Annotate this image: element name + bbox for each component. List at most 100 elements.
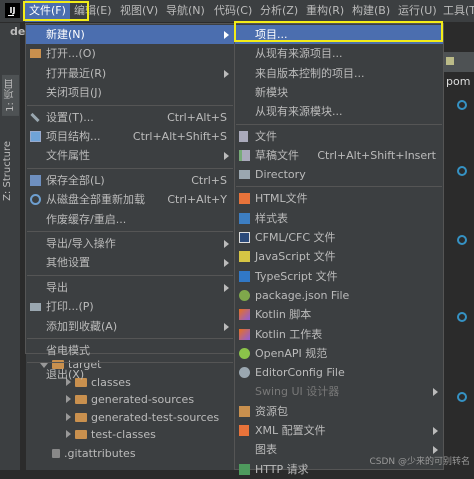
new_submenu-item-22[interactable]: XML 配置文件 [235, 421, 443, 440]
new_submenu-item-11[interactable]: 样式表 [235, 209, 443, 228]
new_submenu-item-6[interactable]: 文件 [235, 127, 443, 146]
submenu-arrow-icon [224, 283, 229, 292]
new_submenu-item-20: Swing UI 设计器 [235, 382, 443, 401]
file_menu-item-18[interactable]: 添加到收藏(A) [26, 317, 234, 336]
structure-tool-tab[interactable]: Z: Structure [2, 141, 13, 201]
tree-node-label: generated-sources [91, 393, 195, 406]
gutter-marker-icon[interactable] [457, 235, 467, 245]
file-icon [52, 449, 60, 458]
kotlin-worksheet-icon [239, 328, 250, 340]
menu-item-label: 项目... [255, 28, 288, 41]
menu-item-shortcut: Ctrl+Alt+S [167, 110, 227, 124]
new_submenu-item-1[interactable]: 从现有来源项目... [235, 44, 443, 63]
menubar-item-2[interactable]: 视图(V) [120, 0, 158, 22]
new_submenu-item-12[interactable]: CFML/CFC 文件 [235, 228, 443, 247]
menu-item-label: 保存全部(L) [46, 173, 105, 187]
file_menu-item-0[interactable]: 新建(N) [26, 25, 234, 44]
new_submenu-item-16[interactable]: Kotlin 脚本 [235, 305, 443, 324]
tree-node[interactable]: generated-sources [66, 391, 194, 409]
menu-separator [27, 362, 233, 364]
file_menu-item-5[interactable]: 设置(T)... Ctrl+Alt+S [26, 108, 234, 127]
new_submenu-item-8[interactable]: Directory [235, 165, 443, 184]
file_menu-item-16[interactable]: 导出 [26, 278, 234, 297]
javascript-icon [239, 251, 250, 263]
new_submenu-item-7[interactable]: 草稿文件 Ctrl+Alt+Shift+Insert [235, 146, 443, 165]
menubar-item-6[interactable]: 重构(R) [306, 0, 344, 22]
file_menu-item-1[interactable]: 打开...(O) [26, 44, 234, 63]
file_menu-item-13[interactable]: 导出/导入操作 [26, 234, 234, 253]
menu-item-shortcut: Ctrl+Alt+Y [167, 193, 227, 207]
menu-item-label: 添加到收藏(A) [46, 319, 118, 333]
file_menu-item-10[interactable]: 从磁盘全部重新加载 Ctrl+Alt+Y [26, 190, 234, 209]
save-all-icon [30, 174, 41, 186]
file_menu-item-6[interactable]: 项目结构... Ctrl+Alt+Shift+S [26, 127, 234, 146]
project-name-stub: de [10, 25, 26, 38]
menu-item-label: HTML文件 [255, 192, 308, 206]
menu-item-label: 资源包 [255, 404, 288, 418]
menu-item-label: 文件属性 [46, 149, 90, 163]
new_submenu-item-4[interactable]: 从现有来源模块... [235, 102, 443, 121]
tree-node-label: generated-test-sources [91, 411, 220, 424]
kotlin-script-icon [239, 309, 250, 321]
new_submenu-item-14[interactable]: TypeScript 文件 [235, 267, 443, 286]
menu-item-label: 其他设置 [46, 256, 90, 270]
file_menu-item-17[interactable]: 打印...(P) [26, 297, 234, 316]
new_submenu-item-0[interactable]: 项目... [235, 25, 443, 44]
menu-item-label: OpenAPI 规范 [255, 346, 328, 360]
file_menu-item-20[interactable]: 省电模式 [26, 341, 234, 360]
file_menu-item-3[interactable]: 关闭项目(J) [26, 83, 234, 102]
menu-item-label: 新模块 [255, 85, 288, 99]
menubar-item-5[interactable]: 分析(Z) [260, 0, 298, 22]
file_menu-item-9[interactable]: 保存全部(L) Ctrl+S [26, 171, 234, 190]
menu-item-label: 打开...(O) [46, 47, 96, 61]
file_menu-item-7[interactable]: 文件属性 [26, 146, 234, 165]
submenu-arrow-icon [224, 240, 229, 248]
editor-tab-pom[interactable]: pom [444, 52, 474, 88]
openapi-icon [239, 347, 250, 359]
project-tool-tab[interactable]: 1: 项目 [2, 75, 19, 116]
html-file-icon [239, 193, 250, 205]
print-icon [30, 303, 41, 312]
new_submenu-item-13[interactable]: JavaScript 文件 [235, 247, 443, 266]
menu-separator [27, 231, 233, 232]
left-tool-strip: 1: 项目 Z: Structure [0, 23, 21, 470]
file_menu-item-22[interactable]: 退出(X) [26, 365, 234, 384]
new_submenu-item-19[interactable]: EditorConfig File [235, 363, 443, 382]
menubar-item-4[interactable]: 代码(C) [214, 0, 252, 22]
menu-item-label: 关闭项目(J) [46, 86, 102, 100]
file_menu-item-2[interactable]: 打开最近(R) [26, 64, 234, 83]
package-json-icon [239, 289, 250, 301]
menu-item-label: 项目结构... [46, 130, 101, 143]
new_submenu-item-17[interactable]: Kotlin 工作表 [235, 325, 443, 344]
new_submenu-item-2[interactable]: 来自版本控制的项目... [235, 64, 443, 83]
submenu-arrow-icon [224, 69, 229, 78]
file_menu-item-14[interactable]: 其他设置 [26, 253, 234, 272]
menu-item-shortcut: Ctrl+Alt+Shift+S [132, 130, 227, 143]
chevron-right-icon[interactable] [66, 413, 71, 421]
menubar-item-0[interactable]: 文件(F) [25, 0, 70, 22]
new_submenu-item-3[interactable]: 新模块 [235, 83, 443, 102]
gutter-marker-icon[interactable] [457, 392, 467, 402]
tree-node[interactable]: .gitattributes [52, 445, 136, 463]
new_submenu-item-21[interactable]: 资源包 [235, 402, 443, 421]
menu-item-label: 省电模式 [46, 344, 90, 357]
gutter-marker-icon[interactable] [457, 166, 467, 176]
menubar-item-3[interactable]: 导航(N) [166, 0, 205, 22]
menu-item-label: 退出(X) [46, 368, 85, 382]
folder-icon [75, 395, 87, 404]
chevron-right-icon[interactable] [66, 430, 71, 438]
new_submenu-item-15[interactable]: package.json File [235, 286, 443, 305]
new_submenu-item-10[interactable]: HTML文件 [235, 189, 443, 208]
menubar-item-8[interactable]: 运行(U) [398, 0, 437, 22]
file_menu-item-11[interactable]: 作废缓存/重启... [26, 210, 234, 229]
menubar-item-9[interactable]: 工具(T) [443, 0, 474, 22]
chevron-right-icon[interactable] [66, 395, 71, 403]
menubar-item-1[interactable]: 编辑(E) [74, 0, 112, 22]
new_submenu-item-18[interactable]: OpenAPI 规范 [235, 344, 443, 363]
menubar-item-7[interactable]: 构建(B) [352, 0, 390, 22]
menu-item-label: JavaScript 文件 [255, 250, 336, 264]
tree-node[interactable]: test-classes [66, 426, 156, 444]
gutter-marker-icon[interactable] [457, 312, 467, 322]
tree-node[interactable]: generated-test-sources [66, 409, 219, 427]
gutter-marker-icon[interactable] [457, 100, 467, 110]
